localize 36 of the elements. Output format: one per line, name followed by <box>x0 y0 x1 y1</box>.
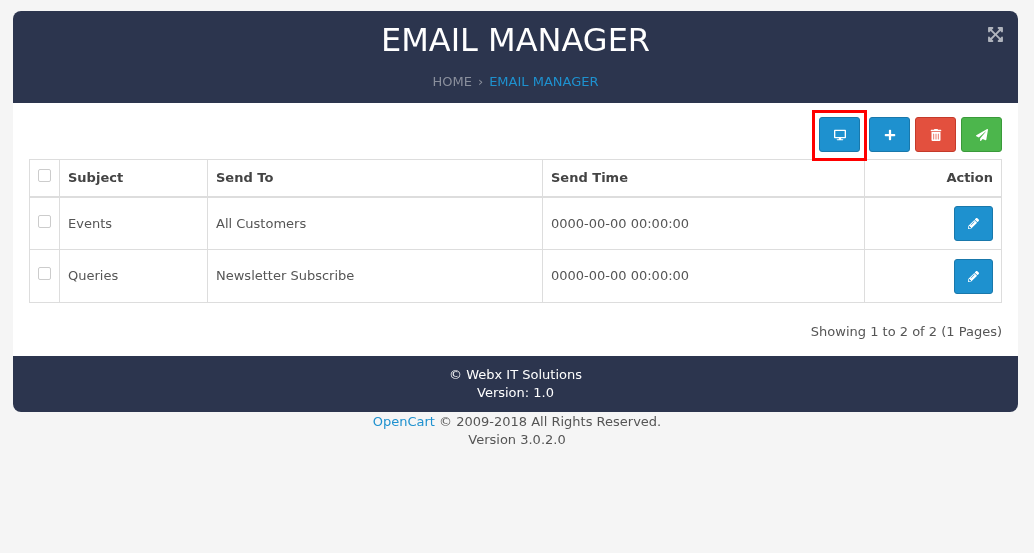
paper-plane-icon <box>975 128 988 141</box>
checkbox[interactable] <box>38 169 51 182</box>
opencart-version-text: Version 3.0.2.0 <box>468 430 566 449</box>
send-button[interactable] <box>961 117 1002 152</box>
pagination-text: Showing 1 to 2 of 2 (1 Pages) <box>810 323 1002 341</box>
company-text: © Webx IT Solutions <box>449 365 582 384</box>
table-cell: Newsletter Subscribe <box>216 268 355 284</box>
monitor-icon <box>833 128 846 141</box>
checkbox[interactable] <box>38 267 51 281</box>
add-button[interactable] <box>869 117 910 152</box>
pencil-icon <box>968 270 979 282</box>
version-text: Version: 1.0 <box>477 383 554 402</box>
column-header: Send Time <box>551 170 628 185</box>
trash-icon <box>929 128 942 141</box>
table-cell: All Customers <box>216 215 307 231</box>
view-button[interactable] <box>819 117 860 152</box>
column-header: Send To <box>216 170 274 185</box>
column-header: Subject <box>68 170 124 185</box>
fullscreen-icon[interactable] <box>987 26 1004 43</box>
page-title: EMAIL MANAGER <box>380 20 651 60</box>
table-cell: Events <box>68 215 112 231</box>
plus-icon <box>883 128 896 141</box>
column-header: Action <box>946 170 993 185</box>
breadcrumb-separator: › <box>477 73 484 91</box>
copyright-text: OpenCart © 2009-2018 All Rights Reserved. <box>372 412 662 431</box>
breadcrumb-link[interactable]: EMAIL MANAGER <box>489 72 599 92</box>
table-cell: 0000-00-00 00:00:00 <box>551 215 690 231</box>
table-cell: Queries <box>68 268 119 284</box>
delete-button[interactable] <box>915 117 956 152</box>
checkbox[interactable] <box>38 214 51 228</box>
edit-button[interactable] <box>954 258 993 294</box>
edit-button[interactable] <box>954 205 993 241</box>
breadcrumb-link[interactable]: HOME <box>432 72 472 92</box>
pencil-icon <box>968 217 979 229</box>
opencart-link[interactable]: OpenCart <box>372 413 435 429</box>
table-cell: 0000-00-00 00:00:00 <box>551 268 690 284</box>
